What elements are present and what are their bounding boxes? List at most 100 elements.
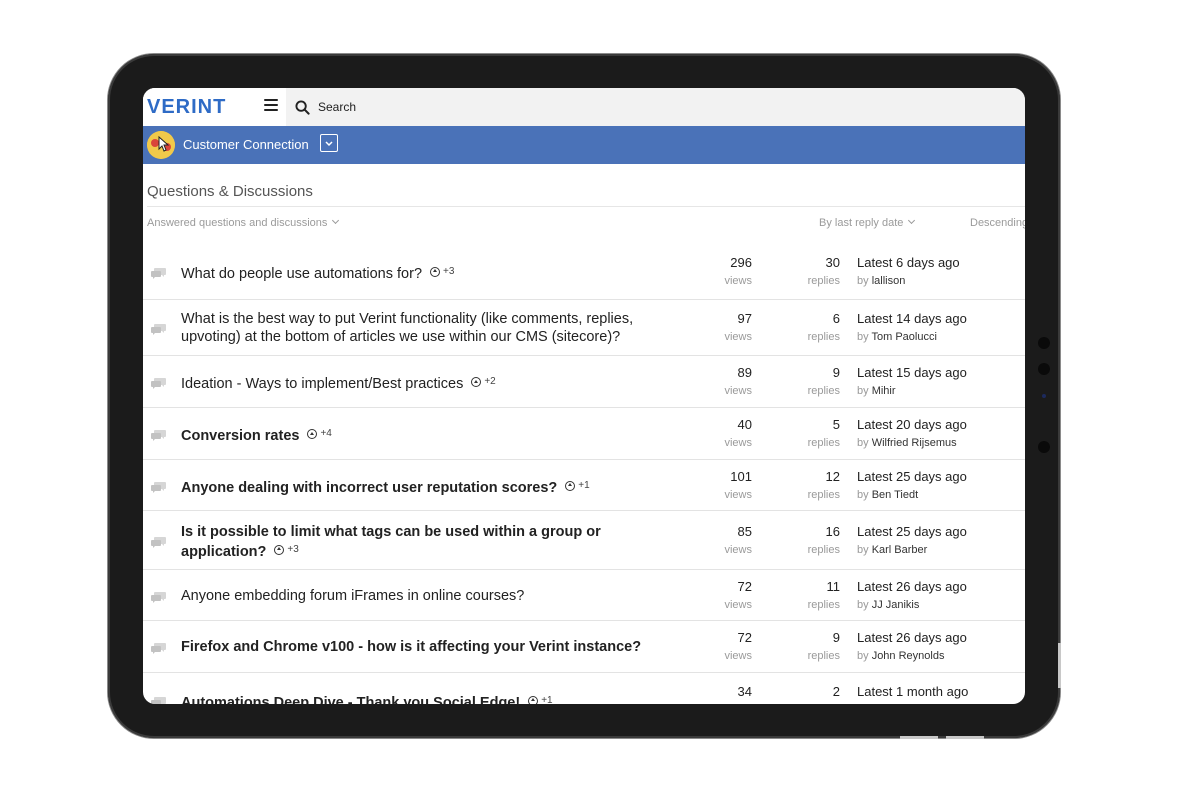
thread-title-link[interactable]: Conversion rates +4 (181, 425, 661, 445)
views-label: views (724, 331, 752, 343)
latest-reply-link[interactable]: Latest 15 days ago (857, 365, 967, 380)
views-label: views (724, 385, 752, 397)
author-link[interactable]: Wilfried Rijsemus (872, 437, 957, 449)
views-label: views (724, 274, 752, 287)
group-bar: Customer Connection (143, 126, 1025, 164)
latest-reply-link[interactable]: Latest 25 days ago (857, 524, 967, 539)
author-link[interactable]: Tom Paolucci (871, 331, 936, 343)
group-name[interactable]: Customer Connection (183, 137, 309, 152)
upvote-icon (307, 429, 318, 439)
replies-label: replies (807, 598, 840, 611)
replies-label: replies (807, 488, 840, 501)
views-count: 101 (730, 468, 752, 484)
views-count: 89 (737, 365, 752, 380)
chevron-down-icon (325, 141, 333, 147)
vote-count: +4 (307, 425, 332, 443)
replies-count: 5 (832, 417, 840, 432)
thread-title: What is the best way to put Verint funct… (181, 311, 634, 345)
discussion-icon (151, 641, 167, 654)
thread-title: Anyone dealing with incorrect user reput… (181, 479, 558, 496)
table-row: Anyone dealing with incorrect user reput… (143, 460, 1025, 511)
top-button (900, 736, 938, 739)
vote-count: +2 (471, 373, 496, 391)
upvote-icon (471, 377, 482, 387)
discussion-icon (151, 428, 167, 441)
latest-reply-link[interactable]: Latest 14 days ago (857, 311, 967, 326)
thread-title-link[interactable]: Anyone dealing with incorrect user reput… (181, 477, 661, 497)
replies-count: 9 (832, 630, 840, 645)
replies-label: replies (780, 704, 840, 705)
upvote-icon (274, 544, 285, 555)
latest-reply-author: by Mihir (857, 385, 896, 397)
camera-dot (1038, 441, 1050, 453)
latest-reply-link[interactable]: Latest 20 days ago (857, 417, 967, 432)
table-row: Automations Deep Dive - Thank you Social… (143, 673, 1025, 704)
group-dropdown-button[interactable] (320, 134, 338, 152)
thread-title: Firefox and Chrome v100 - how is it affe… (181, 639, 642, 655)
replies-label: replies (807, 543, 840, 556)
vote-count-label: +1 (578, 479, 590, 491)
replies-count: 2 (832, 683, 840, 699)
thread-title-link[interactable]: Is it possible to limit what tags can be… (181, 523, 661, 561)
views-count: 34 (737, 683, 752, 699)
thread-title-link[interactable]: Automations Deep Dive - Thank you Social… (181, 692, 661, 705)
latest-reply-link[interactable]: Latest 26 days ago (857, 630, 967, 645)
latest-reply-link[interactable]: Latest 1 month ago (857, 684, 968, 699)
vote-count-label: +4 (320, 428, 332, 439)
author-link[interactable]: Ben Tiedt (872, 489, 918, 501)
views-count: 97 (737, 311, 752, 326)
group-avatar-image (147, 131, 175, 159)
thread-title-link[interactable]: Ideation - Ways to implement/Best practi… (181, 373, 661, 393)
replies-count: 9 (832, 365, 840, 380)
by-label: by (857, 437, 872, 449)
type-filter[interactable]: Answered questions and discussions (147, 216, 340, 229)
author-link[interactable]: lallison (872, 275, 906, 287)
replies-label: replies (807, 650, 840, 662)
discussion-icon (151, 322, 167, 335)
thread-title-link[interactable]: What do people use automations for? +3 (181, 263, 661, 283)
group-avatar[interactable] (147, 131, 175, 159)
author-link[interactable]: JJ Janikis (872, 599, 920, 611)
order-filter[interactable]: Descending (970, 217, 1025, 229)
views-label: views (724, 488, 752, 501)
upvote-icon (565, 480, 576, 491)
thread-title-link[interactable]: Firefox and Chrome v100 - how is it affe… (181, 638, 661, 656)
discussion-icon (151, 480, 167, 493)
thread-title: Conversion rates (181, 428, 300, 444)
vote-count-label: +1 (541, 694, 553, 705)
discussion-icon (151, 535, 167, 548)
discussion-icon (151, 376, 167, 389)
page-title: Questions & Discussions (147, 183, 313, 200)
sort-filter[interactable]: By last reply date (819, 216, 916, 229)
replies-label: replies (807, 274, 840, 287)
replies-count: 16 (825, 523, 840, 539)
author-link[interactable]: Mihir (872, 385, 896, 397)
table-row: What do people use automations for? +3 296… (143, 243, 1025, 300)
latest-reply-link[interactable]: Latest 25 days ago (857, 469, 967, 484)
vote-count-label: +2 (484, 376, 496, 387)
replies-count: 11 (826, 578, 841, 594)
latest-reply-author: by lallison (857, 275, 905, 287)
replies-count: 12 (825, 468, 840, 484)
author-link[interactable]: John Reynolds (872, 650, 945, 662)
menu-icon[interactable] (264, 99, 278, 111)
author-link[interactable]: Karl Barber (872, 544, 928, 556)
thread-title: What do people use automations for? (181, 265, 423, 282)
thread-title-link[interactable]: Anyone embedding forum iFrames in online… (181, 587, 661, 605)
latest-reply-author: by John Reynolds (857, 650, 944, 662)
search-button[interactable]: Search (295, 98, 356, 116)
table-row: Firefox and Chrome v100 - how is it affe… (143, 621, 1025, 673)
verint-logo[interactable]: VERINT (147, 96, 226, 119)
camera-dot (1038, 337, 1050, 349)
thread-title-link[interactable]: What is the best way to put Verint funct… (181, 310, 661, 346)
views-label: views (724, 543, 752, 556)
table-row: Is it possible to limit what tags can be… (143, 511, 1025, 570)
discussion-icon (151, 695, 167, 704)
views-count: 85 (737, 523, 752, 539)
replies-label: replies (807, 385, 840, 397)
latest-reply-link[interactable]: Latest 6 days ago (857, 255, 960, 270)
latest-reply-author: by Wilfried Rijsemus (857, 437, 957, 449)
table-row: What is the best way to put Verint funct… (143, 300, 1025, 356)
views-label: views (724, 598, 752, 611)
latest-reply-link[interactable]: Latest 26 days ago (857, 579, 967, 594)
